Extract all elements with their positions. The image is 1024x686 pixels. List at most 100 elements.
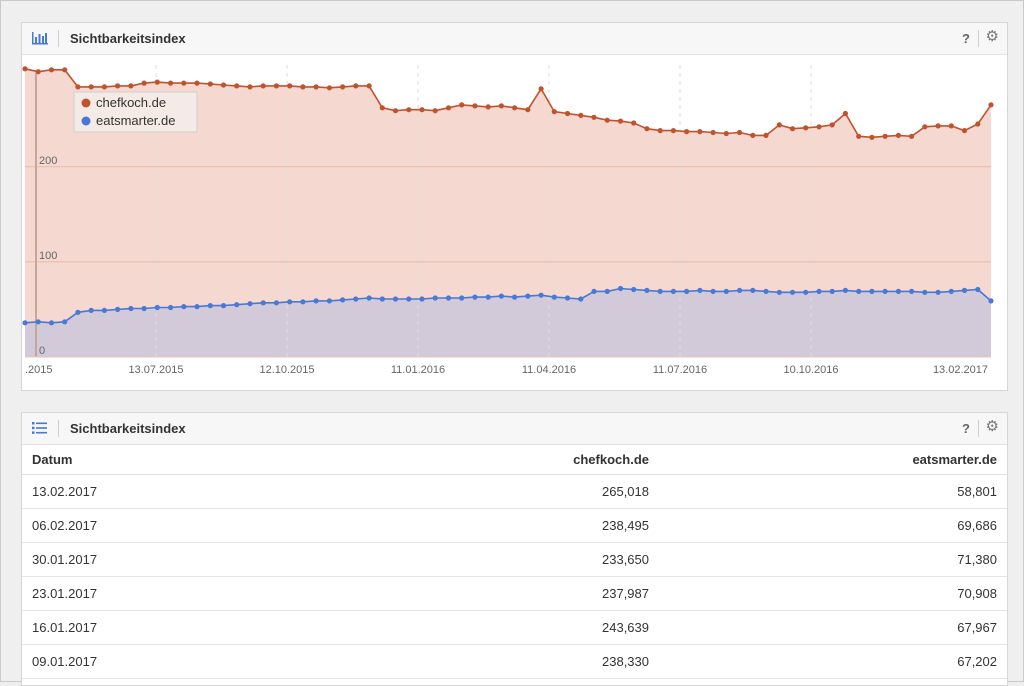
chefkoch-point bbox=[459, 102, 465, 108]
eatsmarter-point bbox=[128, 305, 134, 312]
eatsmarter-point bbox=[340, 297, 346, 303]
y-tick-label: 100 bbox=[39, 250, 57, 262]
eatsmarter-point bbox=[247, 301, 253, 307]
eatsmarter-point bbox=[909, 288, 915, 294]
chefkoch-point bbox=[961, 128, 968, 134]
eatsmarter-point bbox=[62, 319, 68, 325]
chart-panel: Sichtbarkeitsindex ? ⚙ 0 100 200 .2015 13.07… bbox=[21, 22, 1008, 391]
table-row: 06.02.2017 238,495 69,686 bbox=[22, 508, 1007, 543]
eatsmarter-point bbox=[525, 293, 531, 299]
chefkoch-point bbox=[895, 132, 902, 138]
eatsmarter-point bbox=[273, 300, 279, 306]
x-tick-label: 13.02.2017 bbox=[933, 364, 988, 376]
chefkoch-point bbox=[551, 109, 557, 115]
header-separator bbox=[58, 30, 59, 47]
chefkoch-point bbox=[512, 105, 518, 111]
chefkoch-point bbox=[697, 129, 703, 135]
eatsmarter-point bbox=[710, 288, 716, 294]
eatsmarter-point bbox=[485, 294, 491, 300]
cell-chefkoch: 243,639 bbox=[342, 610, 659, 645]
chefkoch-point bbox=[340, 84, 346, 90]
eatsmarter-point bbox=[101, 307, 107, 313]
chefkoch-point bbox=[525, 107, 531, 113]
chefkoch-point bbox=[710, 129, 716, 136]
gear-icon[interactable]: ⚙ bbox=[986, 29, 999, 44]
eatsmarter-point bbox=[842, 287, 849, 293]
eatsmarter-point bbox=[975, 286, 981, 293]
chefkoch-point bbox=[485, 104, 491, 110]
chefkoch-point bbox=[922, 124, 928, 130]
chefkoch-point bbox=[670, 128, 677, 134]
eatsmarter-point bbox=[895, 288, 902, 294]
eatsmarter-point bbox=[551, 294, 557, 300]
cell-eatsmarter: 71,380 bbox=[659, 542, 1007, 577]
cell-eatsmarter: 58,801 bbox=[659, 474, 1007, 509]
cell-date: 23.01.2017 bbox=[22, 576, 342, 611]
gear-icon[interactable]: ⚙ bbox=[986, 419, 999, 434]
y-tick-label: 0 bbox=[39, 345, 45, 357]
eatsmarter-point bbox=[48, 320, 55, 326]
legend-label-chefkoch: chefkoch.de bbox=[96, 95, 166, 110]
cell-eatsmarter: 67,202 bbox=[659, 644, 1007, 679]
eatsmarter-point bbox=[141, 305, 147, 312]
eatsmarter-point bbox=[220, 303, 227, 309]
cell-chefkoch: 265,018 bbox=[342, 474, 659, 509]
eatsmarter-point bbox=[260, 300, 266, 306]
table-row: 30.01.2017 233,650 71,380 bbox=[22, 542, 1007, 577]
cell-chefkoch: 238,495 bbox=[342, 508, 659, 543]
table-panel-header: Sichtbarkeitsindex ? ⚙ bbox=[22, 413, 1007, 445]
x-tick-label: .2015 bbox=[25, 364, 53, 376]
eatsmarter-point bbox=[538, 292, 544, 298]
eatsmarter-point bbox=[948, 288, 954, 294]
table-header-row: Datum chefkoch.de eatsmarter.de bbox=[22, 445, 1007, 475]
chefkoch-point bbox=[115, 83, 121, 89]
help-icon[interactable]: ? bbox=[962, 421, 970, 436]
eatsmarter-point bbox=[512, 294, 518, 300]
cell-eatsmarter: 67,967 bbox=[659, 610, 1007, 645]
eatsmarter-point bbox=[472, 294, 478, 300]
cell-chefkoch: 238,330 bbox=[342, 644, 659, 679]
eatsmarter-point bbox=[578, 296, 584, 302]
chefkoch-point bbox=[168, 80, 174, 86]
column-header-eatsmarter[interactable]: eatsmarter.de bbox=[659, 445, 1007, 475]
chefkoch-point bbox=[631, 120, 637, 126]
chefkoch-point bbox=[406, 107, 412, 113]
table-panel: Sichtbarkeitsindex ? ⚙ Datum chefkoch.de… bbox=[21, 412, 1008, 686]
chefkoch-point bbox=[617, 118, 624, 124]
cell-eatsmarter: 69,686 bbox=[659, 508, 1007, 543]
chefkoch-point bbox=[750, 132, 756, 138]
chefkoch-point bbox=[366, 83, 372, 89]
eatsmarter-point bbox=[181, 304, 187, 310]
eatsmarter-point bbox=[432, 295, 438, 301]
eatsmarter-point bbox=[379, 296, 385, 302]
cell-date: 16.01.2017 bbox=[22, 610, 342, 645]
x-tick-label: 13.07.2015 bbox=[128, 364, 183, 376]
chefkoch-point bbox=[657, 128, 663, 134]
eatsmarter-point bbox=[366, 295, 372, 301]
eatsmarter-point bbox=[763, 288, 769, 294]
eatsmarter-point bbox=[168, 304, 174, 311]
cell-chefkoch: 237,987 bbox=[342, 576, 659, 611]
table-row: 13.02.2017 265,018 58,801 bbox=[22, 474, 1007, 509]
eatsmarter-point bbox=[988, 298, 994, 304]
eatsmarter-point bbox=[776, 289, 782, 295]
chefkoch-point bbox=[564, 110, 571, 117]
chefkoch-point bbox=[723, 130, 729, 137]
x-tick-label: 11.07.2016 bbox=[653, 364, 707, 376]
chefkoch-point bbox=[392, 108, 399, 114]
eatsmarter-point bbox=[459, 295, 465, 301]
eatsmarter-point bbox=[670, 288, 677, 294]
eatsmarter-point bbox=[88, 307, 94, 313]
chefkoch-point bbox=[22, 66, 28, 72]
column-header-date[interactable]: Datum bbox=[22, 445, 342, 475]
chart-panel-header: Sichtbarkeitsindex ? ⚙ bbox=[22, 23, 1007, 55]
eatsmarter-point bbox=[287, 299, 293, 305]
help-icon[interactable]: ? bbox=[962, 31, 970, 46]
chefkoch-point bbox=[287, 83, 293, 89]
eatsmarter-point bbox=[353, 296, 359, 302]
chefkoch-point bbox=[803, 125, 809, 131]
column-header-chefkoch[interactable]: chefkoch.de bbox=[342, 445, 659, 475]
chefkoch-point bbox=[445, 105, 452, 111]
eatsmarter-point bbox=[631, 286, 637, 293]
chefkoch-point bbox=[128, 83, 134, 89]
